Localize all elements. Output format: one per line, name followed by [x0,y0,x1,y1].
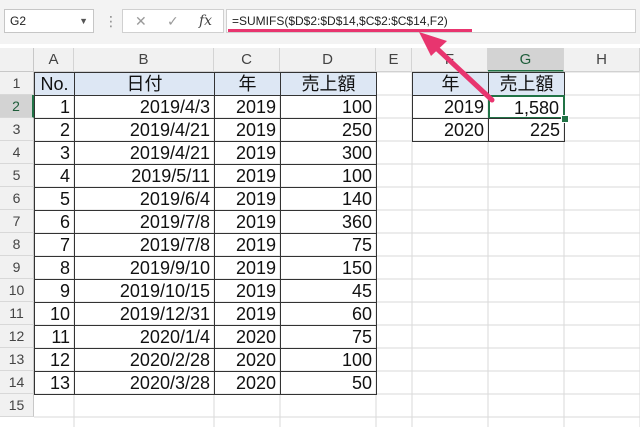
summary-header-sales[interactable]: 売上額 [488,72,565,96]
header-cell-date[interactable]: 日付 [74,72,215,96]
summary-cell-year[interactable]: 2020 [412,118,489,142]
header-cell-year[interactable]: 年 [214,72,281,96]
cancel-icon[interactable]: ✕ [135,10,147,32]
summary-header-year[interactable]: 年 [412,72,489,96]
cell-year[interactable]: 2019 [214,164,281,188]
cell-date[interactable]: 2019/6/4 [74,187,215,211]
row-header-9[interactable]: 9 [0,256,34,279]
column-header-d[interactable]: D [280,48,376,72]
cell-sales[interactable]: 360 [280,210,377,234]
column-header-h[interactable]: H [564,48,640,72]
row-header-8[interactable]: 8 [0,233,34,256]
row-header-11[interactable]: 11 [0,302,34,325]
row-header-1[interactable]: 1 [0,72,34,95]
row-header-4[interactable]: 4 [0,141,34,164]
cell-no[interactable]: 10 [34,302,75,326]
summary-cell-year[interactable]: 2019 [412,95,489,119]
cell-sales[interactable]: 150 [280,256,377,280]
selected-cell-g2[interactable]: 1,580 [488,95,565,119]
cell-no[interactable]: 11 [34,325,75,349]
cell-sales[interactable]: 75 [280,233,377,257]
cell-no[interactable]: 2 [34,118,75,142]
cell-sales[interactable]: 60 [280,302,377,326]
formula-text: =SUMIFS($D$2:$D$14,$C$2:$C$14,F2) [232,14,448,28]
row-header-7[interactable]: 7 [0,210,34,233]
row-header-3[interactable]: 3 [0,118,34,141]
cell-date[interactable]: 2019/4/21 [74,141,215,165]
more-icon[interactable]: ⋮ [104,11,118,31]
formula-underline-annotation [228,29,472,32]
cell-date[interactable]: 2020/2/28 [74,348,215,372]
cell-no[interactable]: 7 [34,233,75,257]
cell-year[interactable]: 2019 [214,95,281,119]
row-header-12[interactable]: 12 [0,325,34,348]
column-header-f[interactable]: F [412,48,488,72]
cell-sales[interactable]: 75 [280,325,377,349]
cell-no[interactable]: 3 [34,141,75,165]
cell-no[interactable]: 6 [34,210,75,234]
cell-date[interactable]: 2019/12/31 [74,302,215,326]
cell-date[interactable]: 2019/4/21 [74,118,215,142]
header-cell-no[interactable]: No. [34,72,75,96]
summary-cell-sales[interactable]: 225 [488,118,565,142]
row-header-15[interactable]: 15 [0,394,34,417]
cell-year[interactable]: 2019 [214,187,281,211]
cell-date[interactable]: 2019/9/10 [74,256,215,280]
cell-no[interactable]: 9 [34,279,75,303]
cell-year[interactable]: 2019 [214,302,281,326]
row-header-2[interactable]: 2 [0,95,34,118]
row-header-5[interactable]: 5 [0,164,34,187]
cell-sales[interactable]: 300 [280,141,377,165]
fill-handle[interactable] [561,115,569,123]
cell-no[interactable]: 13 [34,371,75,395]
cell-sales[interactable]: 140 [280,187,377,211]
cell-sales[interactable]: 50 [280,371,377,395]
cell-year[interactable]: 2019 [214,210,281,234]
row-header-10[interactable]: 10 [0,279,34,302]
column-header-b[interactable]: B [74,48,214,72]
column-header-a[interactable]: A [34,48,74,72]
cell-sales[interactable]: 100 [280,164,377,188]
cell-date[interactable]: 2019/4/3 [74,95,215,119]
cell-date[interactable]: 2019/10/15 [74,279,215,303]
chevron-down-icon[interactable]: ▼ [79,10,88,32]
cell-year[interactable]: 2020 [214,325,281,349]
cell-sales[interactable]: 45 [280,279,377,303]
cell-no[interactable]: 1 [34,95,75,119]
cell-date[interactable]: 2019/7/8 [74,233,215,257]
cell-year[interactable]: 2019 [214,233,281,257]
cell-date[interactable]: 2019/5/11 [74,164,215,188]
cell-date[interactable]: 2020/1/4 [74,325,215,349]
cell-no[interactable]: 5 [34,187,75,211]
row-header-6[interactable]: 6 [0,187,34,210]
cell-year[interactable]: 2019 [214,279,281,303]
cell-no[interactable]: 4 [34,164,75,188]
name-box-value: G2 [10,14,27,28]
cell-sales[interactable]: 100 [280,348,377,372]
formula-buttons: ✕ ✓ fx [122,9,224,33]
column-header-e[interactable]: E [376,48,412,72]
cell-year[interactable]: 2019 [214,256,281,280]
row-header-13[interactable]: 13 [0,348,34,371]
cell-year[interactable]: 2020 [214,371,281,395]
cell-sales[interactable]: 250 [280,118,377,142]
select-all-corner[interactable] [0,48,34,72]
header-cell-sales[interactable]: 売上額 [280,72,377,96]
cell-date[interactable]: 2019/7/8 [74,210,215,234]
cell-year[interactable]: 2019 [214,141,281,165]
cell-no[interactable]: 8 [34,256,75,280]
cell-no[interactable]: 12 [34,348,75,372]
cell-sales[interactable]: 100 [280,95,377,119]
cell-year[interactable]: 2019 [214,118,281,142]
function-icon[interactable]: fx [199,10,212,32]
formula-bar: G2 ▼ ⋮ ✕ ✓ fx =SUMIFS($D$2:$D$14,$C$2:$C… [0,0,640,44]
cell-date[interactable]: 2020/3/28 [74,371,215,395]
cell-year[interactable]: 2020 [214,348,281,372]
column-header-c[interactable]: C [214,48,280,72]
name-box[interactable]: G2 ▼ [4,9,94,33]
row-header-14[interactable]: 14 [0,371,34,394]
check-icon[interactable]: ✓ [167,10,179,32]
column-header-g[interactable]: G [488,48,564,72]
